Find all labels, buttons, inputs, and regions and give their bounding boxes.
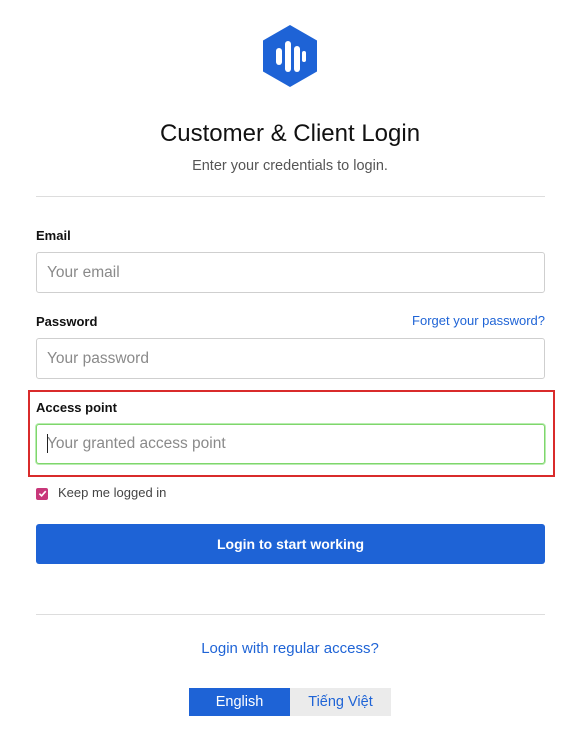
header-divider <box>36 196 545 197</box>
email-input[interactable] <box>36 252 545 293</box>
forgot-password-link[interactable]: Forget your password? <box>412 313 545 328</box>
language-vietnamese-button[interactable]: Tiếng Việt <box>290 688 391 716</box>
text-caret <box>47 434 48 453</box>
page-title: Customer & Client Login <box>159 120 421 147</box>
access-point-label: Access point <box>36 400 117 415</box>
login-page: Customer & Client Login Enter your crede… <box>0 0 587 747</box>
page-subtitle: Enter your credentials to login. <box>192 158 388 174</box>
footer-divider <box>36 614 545 615</box>
language-english-button[interactable]: English <box>189 688 290 716</box>
password-label: Password <box>36 314 98 329</box>
checkmark-icon <box>38 490 46 498</box>
login-button[interactable]: Login to start working <box>36 524 545 564</box>
brand-logo-icon <box>263 25 317 87</box>
keep-logged-in-checkbox[interactable] <box>36 487 48 500</box>
regular-access-link[interactable]: Login with regular access? <box>0 640 580 657</box>
keep-logged-in-row[interactable]: Keep me logged in <box>36 485 166 500</box>
keep-logged-in-label: Keep me logged in <box>58 485 167 500</box>
email-label: Email <box>36 228 71 243</box>
access-point-input[interactable] <box>36 424 545 464</box>
password-input[interactable] <box>36 338 545 379</box>
